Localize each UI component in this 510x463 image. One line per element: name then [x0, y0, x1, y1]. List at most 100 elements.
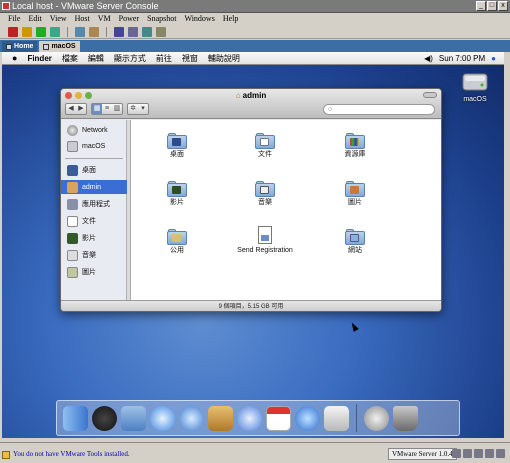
ical-icon[interactable]: [266, 405, 291, 431]
menu-host[interactable]: Host: [75, 13, 90, 25]
menu-item-go[interactable]: 前往: [156, 53, 172, 64]
power-off-icon[interactable]: [8, 26, 18, 37]
finder-content: 桌面 文件 資源庫 影片 音樂 圖片 公用 Send Registration …: [131, 120, 441, 300]
file-item-documents[interactable]: 文件: [235, 130, 295, 159]
vm-icon: [43, 43, 50, 50]
suspend-icon[interactable]: [22, 26, 32, 37]
audio-status-icon[interactable]: [496, 449, 505, 458]
snapshot-icon[interactable]: [75, 26, 85, 37]
usb-status-icon[interactable]: [485, 449, 494, 458]
power-on-icon[interactable]: [36, 26, 46, 37]
file-item-send-registration[interactable]: Send Registration: [235, 226, 295, 254]
file-item-music[interactable]: 音樂: [235, 178, 295, 207]
column-view-icon[interactable]: ▥: [112, 104, 122, 114]
hard-disk-icon[interactable]: [462, 70, 488, 94]
search-input[interactable]: ○: [323, 104, 435, 115]
forward-icon[interactable]: ▶: [76, 104, 86, 114]
vm-tab-bar: Home macOS: [0, 40, 510, 52]
menu-vm[interactable]: VM: [98, 13, 111, 25]
cdrom-status-icon[interactable]: [463, 449, 472, 458]
reset-icon[interactable]: [50, 26, 60, 37]
sidebar-item-network[interactable]: Network: [61, 123, 127, 137]
menu-item-file[interactable]: 檔案: [62, 53, 78, 64]
device-status-icons: [452, 449, 505, 458]
inventory-icon[interactable]: [114, 26, 124, 37]
ichat-icon[interactable]: [179, 405, 204, 431]
menu-snapshot[interactable]: Snapshot: [147, 13, 176, 25]
sidebar-item-movies[interactable]: 影片: [61, 231, 127, 245]
mail-icon[interactable]: [121, 405, 146, 431]
menu-item-help[interactable]: 輔助說明: [208, 53, 240, 64]
apple-menu-icon[interactable]: ●: [12, 53, 17, 63]
tab-home[interactable]: Home: [2, 41, 38, 52]
fullscreen-icon[interactable]: [142, 26, 152, 37]
mac-menubar: ● Finder 檔案 編輯 顯示方式 前往 視窗 輔助說明 ◀) Sun 7:…: [2, 52, 504, 65]
address-book-icon[interactable]: [208, 405, 233, 431]
hard-disk-status-icon[interactable]: [452, 449, 461, 458]
sidebar-item-admin[interactable]: admin: [61, 180, 127, 194]
finder-icon[interactable]: [63, 405, 88, 431]
file-item-public[interactable]: 公用: [147, 226, 207, 255]
sidebar-item-pictures[interactable]: 圖片: [61, 265, 127, 279]
network-status-icon[interactable]: [474, 449, 483, 458]
system-preferences-icon[interactable]: [324, 405, 349, 431]
trash-icon[interactable]: [393, 405, 418, 431]
itunes-icon[interactable]: [237, 405, 262, 431]
tab-macos[interactable]: macOS: [39, 41, 80, 52]
file-item-movies[interactable]: 影片: [147, 178, 207, 207]
vertical-scrollbar[interactable]: [504, 52, 510, 438]
menu-help[interactable]: Help: [223, 13, 239, 25]
sidebar-item-macos[interactable]: macOS: [61, 139, 127, 153]
sidebar-divider: [65, 158, 123, 159]
console-icon[interactable]: [128, 26, 138, 37]
toolbar-toggle-button[interactable]: [423, 92, 437, 98]
close-button[interactable]: x: [498, 1, 508, 11]
volume-icon[interactable]: ◀): [424, 54, 433, 63]
gear-icon[interactable]: ✲: [128, 104, 138, 114]
host-toolbar: [0, 25, 510, 39]
document-icon: [258, 226, 272, 244]
menu-item-window[interactable]: 視窗: [182, 53, 198, 64]
spotlight-icon[interactable]: ●: [491, 54, 496, 63]
downloads-icon[interactable]: [364, 405, 389, 431]
tools-warning-message[interactable]: You do not have VMware Tools installed.: [13, 450, 130, 458]
vmware-app-icon: [2, 2, 10, 10]
sidebar-item-applications[interactable]: 應用程式: [61, 197, 127, 211]
guest-desktop[interactable]: ● Finder 檔案 編輯 顯示方式 前往 視窗 輔助說明 ◀) Sun 7:…: [2, 52, 504, 438]
safari-icon[interactable]: [150, 405, 175, 431]
file-item-desktop[interactable]: 桌面: [147, 130, 207, 159]
dashboard-icon[interactable]: [92, 405, 117, 431]
list-view-icon[interactable]: ≡: [102, 104, 112, 114]
menu-app-name[interactable]: Finder: [27, 54, 51, 63]
sidebar-item-documents[interactable]: 文件: [61, 214, 127, 228]
sidebar-item-desktop[interactable]: 桌面: [61, 163, 127, 177]
quick-switch-icon[interactable]: [156, 26, 166, 37]
revert-icon[interactable]: [89, 26, 99, 37]
minimize-button[interactable]: _: [476, 1, 486, 11]
file-item-pictures[interactable]: 圖片: [325, 178, 385, 207]
menu-edit[interactable]: Edit: [28, 13, 41, 25]
menu-power[interactable]: Power: [119, 13, 139, 25]
menu-item-edit[interactable]: 編輯: [88, 53, 104, 64]
toolbar-divider: [106, 26, 107, 37]
movies-icon: [67, 232, 78, 244]
applications-icon: [67, 198, 78, 210]
back-icon[interactable]: ◀: [66, 104, 76, 114]
icon-view-icon[interactable]: ▦: [92, 104, 102, 114]
menu-view[interactable]: View: [50, 13, 67, 25]
sidebar-item-music[interactable]: 音樂: [61, 248, 127, 262]
menu-windows[interactable]: Windows: [184, 13, 214, 25]
file-item-library[interactable]: 資源庫: [325, 130, 385, 159]
home-icon: [67, 181, 78, 193]
desktop-disk-label: macOS: [463, 96, 487, 103]
file-item-sites[interactable]: 網站: [325, 226, 385, 255]
public-folder-icon: [167, 226, 187, 245]
chevron-down-icon[interactable]: ▾: [138, 104, 148, 114]
menu-file[interactable]: File: [8, 13, 20, 25]
clock[interactable]: Sun 7:00 PM: [439, 54, 485, 63]
maximize-button[interactable]: □: [487, 1, 497, 11]
menu-item-view[interactable]: 顯示方式: [114, 53, 146, 64]
warning-icon: [2, 451, 10, 459]
finder-nav: ◀ ▶ ▦ ≡ ▥ ✲ ▾: [65, 103, 149, 115]
quicktime-icon[interactable]: [295, 405, 320, 431]
